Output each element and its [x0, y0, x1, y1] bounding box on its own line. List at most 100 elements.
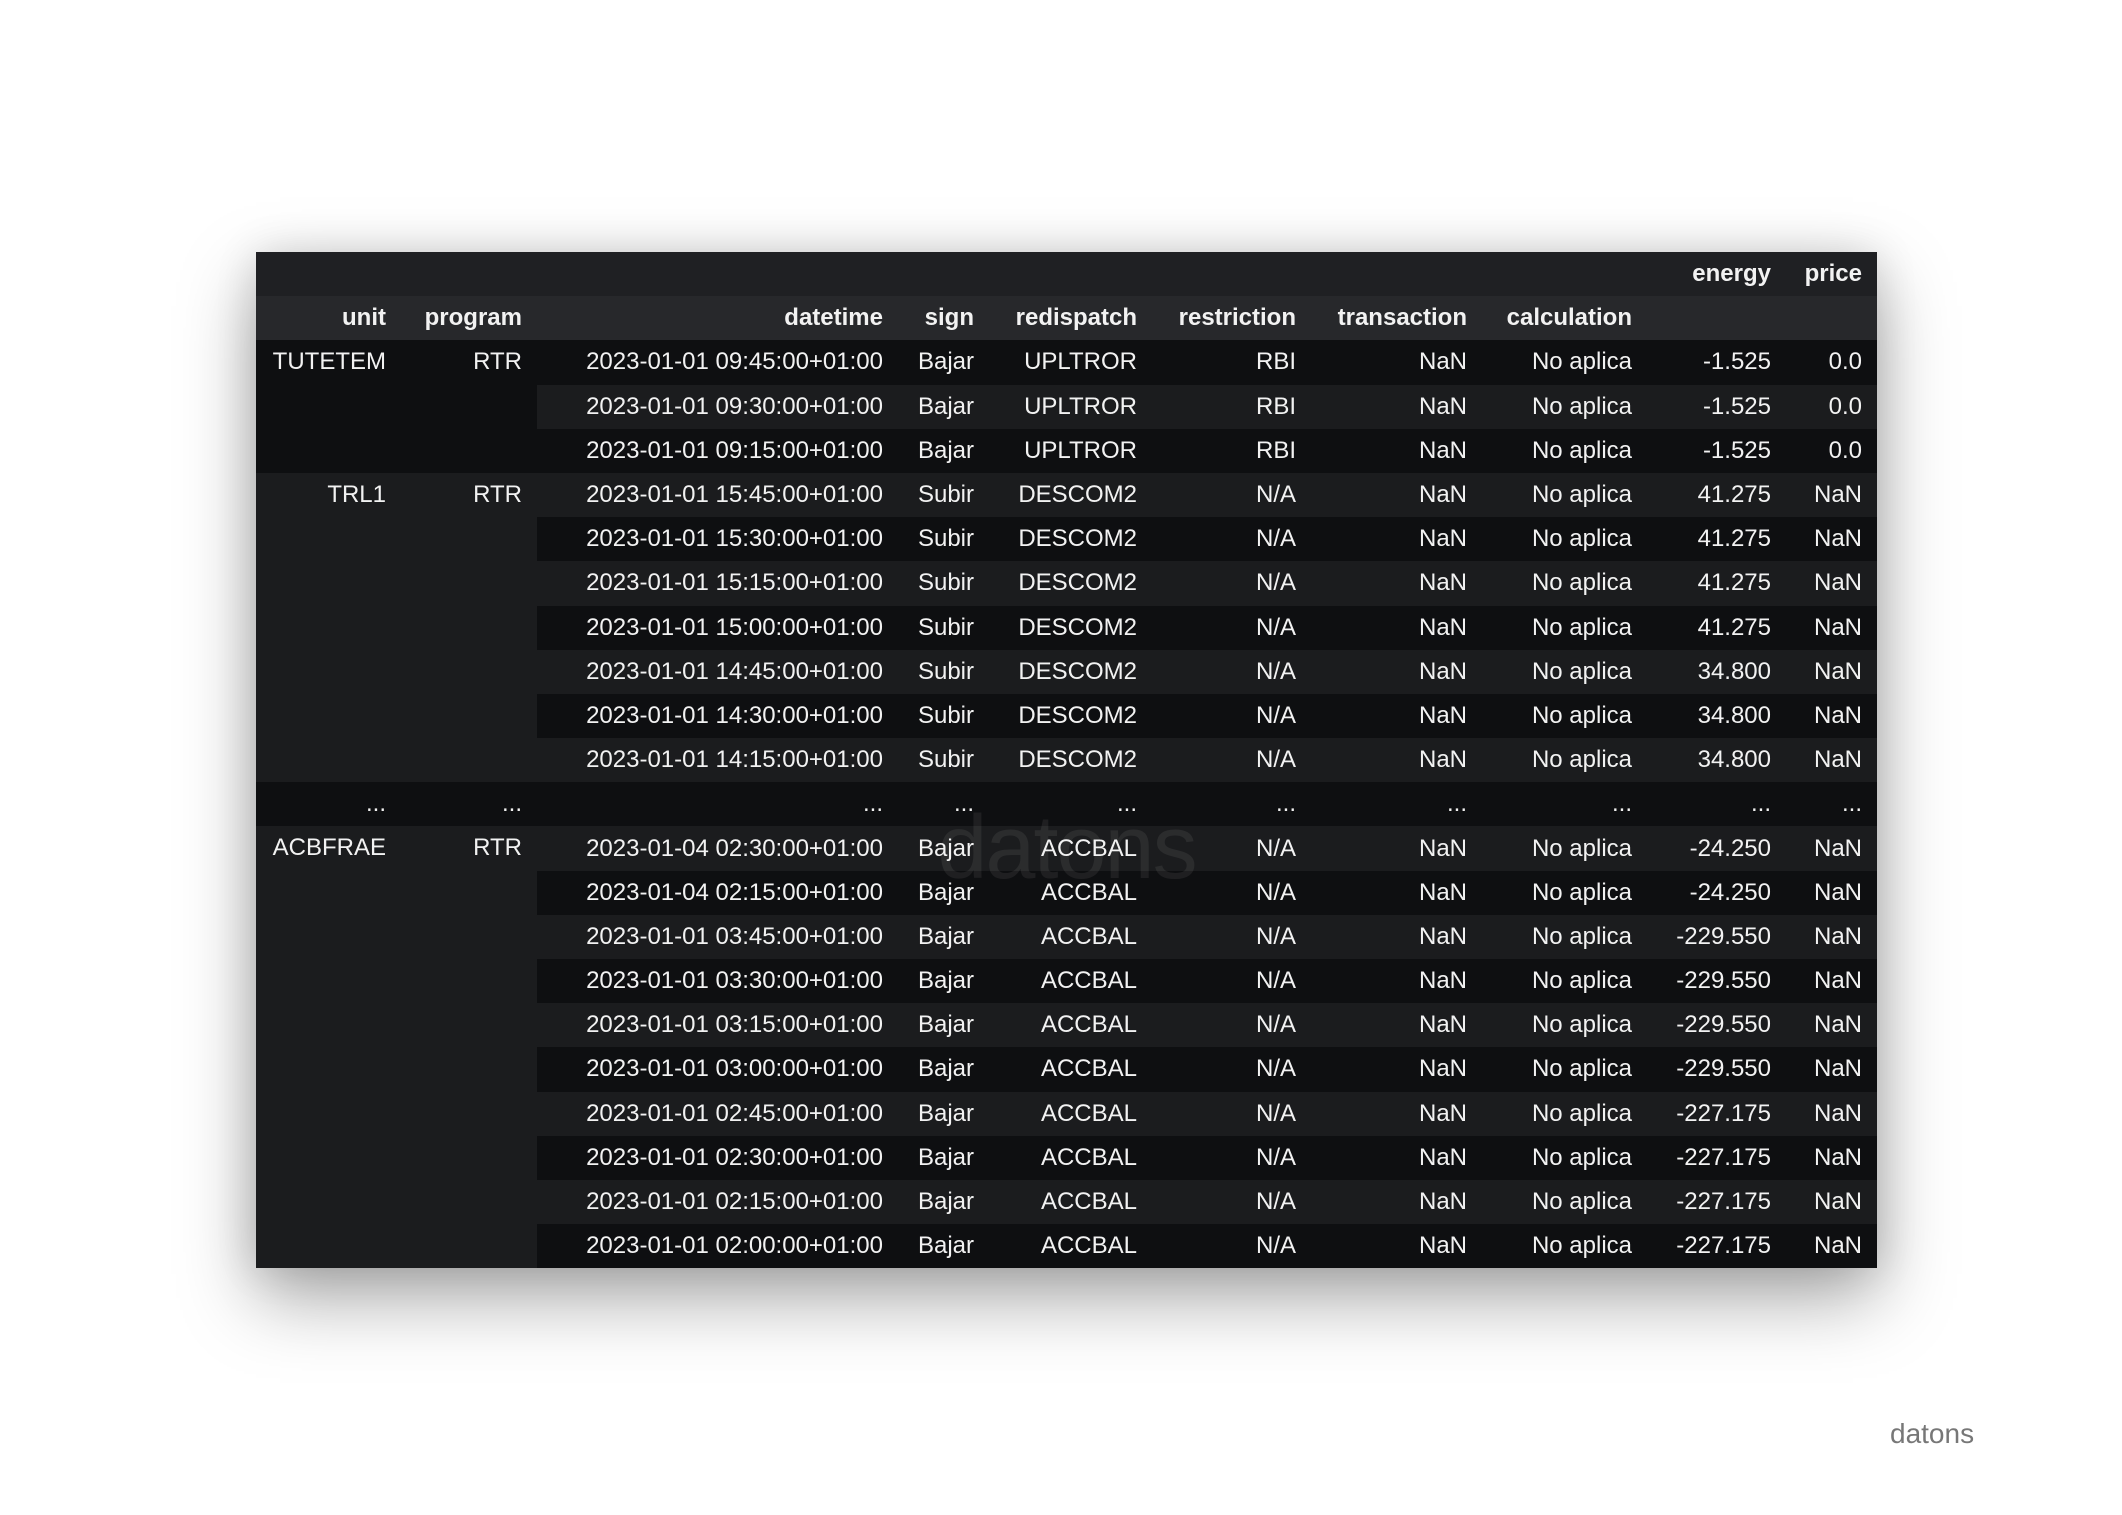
table-row: TUTETEM RTR 2023-01-01 09:45:00+01:00 Bajar…: [256, 340, 1877, 473]
cell-calculation: No aplica: [1482, 472, 1647, 518]
cell-transaction: NaN: [1311, 605, 1482, 650]
cell-sign: Subir: [898, 649, 989, 694]
cell-sign: Subir: [898, 693, 989, 739]
cell-restriction: N/A: [1152, 472, 1311, 518]
cell-transaction: NaN: [1311, 1135, 1482, 1180]
cell-datetime: 2023-01-01 09:15:00+01:00: [537, 428, 898, 473]
cell-transaction: ...: [1311, 782, 1482, 827]
cell-price: 0.0: [1786, 384, 1877, 429]
cell-redispatch: ACCBAL: [989, 1179, 1152, 1225]
cell-restriction: N/A: [1152, 605, 1311, 650]
cell-redispatch: UPLTROR: [989, 340, 1152, 385]
header-datetime: datetime: [537, 296, 898, 341]
cell-datetime: 2023-01-01 02:00:00+01:00: [537, 1224, 898, 1269]
cell-datetime: 2023-01-01 15:00:00+01:00: [537, 605, 898, 650]
cell-sign: Bajar: [898, 1135, 989, 1180]
cell-datetime: 2023-01-01 02:45:00+01:00: [537, 1091, 898, 1136]
cell-redispatch: ACCBAL: [989, 1003, 1152, 1048]
cell-transaction: NaN: [1311, 1047, 1482, 1092]
cell-restriction: N/A: [1152, 1179, 1311, 1225]
header-restriction-top: [1152, 252, 1311, 297]
header-restriction: restriction: [1152, 296, 1311, 341]
cell-transaction: NaN: [1311, 517, 1482, 562]
cell-datetime: 2023-01-01 02:15:00+01:00: [537, 1179, 898, 1225]
cell-calculation: No aplica: [1482, 959, 1647, 1004]
cell-datetime: 2023-01-04 02:15:00+01:00: [537, 870, 898, 915]
cell-redispatch: ACCBAL: [989, 914, 1152, 959]
header-program: program: [401, 296, 537, 341]
cell-price: NaN: [1786, 738, 1877, 783]
cell-restriction: N/A: [1152, 1047, 1311, 1092]
cell-price: NaN: [1786, 605, 1877, 650]
cell-energy: -1.525: [1647, 340, 1786, 385]
cell-sign: Subir: [898, 605, 989, 650]
cell-restriction: RBI: [1152, 340, 1311, 385]
header-redispatch: redispatch: [989, 296, 1152, 341]
cell-energy: ...: [1647, 782, 1786, 827]
header-calculation-top: [1482, 252, 1647, 297]
cell-redispatch: DESCOM2: [989, 561, 1152, 606]
cell-price: 0.0: [1786, 428, 1877, 473]
cell-restriction: ...: [1152, 782, 1311, 827]
cell-redispatch: ACCBAL: [989, 1047, 1152, 1092]
cell-restriction: N/A: [1152, 1091, 1311, 1136]
index-program: RTR: [401, 340, 537, 473]
cell-transaction: NaN: [1311, 826, 1482, 871]
cell-price: NaN: [1786, 914, 1877, 959]
cell-restriction: N/A: [1152, 1224, 1311, 1269]
cell-calculation: No aplica: [1482, 649, 1647, 694]
cell-calculation: No aplica: [1482, 605, 1647, 650]
header-row-index: unit program datetime sign redispatch restric…: [256, 296, 1877, 341]
index-unit: ACBFRAE: [256, 826, 401, 1269]
cell-price: NaN: [1786, 1224, 1877, 1269]
cell-price: NaN: [1786, 693, 1877, 739]
cell-datetime: 2023-01-01 03:00:00+01:00: [537, 1047, 898, 1092]
cell-datetime: 2023-01-01 14:45:00+01:00: [537, 649, 898, 694]
cell-redispatch: ACCBAL: [989, 826, 1152, 871]
cell-redispatch: ACCBAL: [989, 1224, 1152, 1269]
cell-restriction: N/A: [1152, 738, 1311, 783]
cell-transaction: NaN: [1311, 384, 1482, 429]
cell-sign: Bajar: [898, 914, 989, 959]
index-unit: ...: [256, 782, 401, 827]
cell-calculation: No aplica: [1482, 517, 1647, 562]
table-row: TRL1 RTR 2023-01-01 15:45:00+01:00 Subir DES…: [256, 472, 1877, 783]
cell-calculation: No aplica: [1482, 1091, 1647, 1136]
cell-calculation: No aplica: [1482, 1135, 1647, 1180]
cell-restriction: N/A: [1152, 693, 1311, 739]
header-unit: unit: [256, 296, 401, 341]
cell-redispatch: ...: [989, 782, 1152, 827]
cell-sign: Bajar: [898, 1179, 989, 1225]
cell-price: NaN: [1786, 1179, 1877, 1225]
cell-price: ...: [1786, 782, 1877, 827]
cell-redispatch: DESCOM2: [989, 605, 1152, 650]
cell-energy: -227.175: [1647, 1179, 1786, 1225]
table-body: TUTETEM RTR 2023-01-01 09:45:00+01:00 Bajar…: [256, 340, 1877, 1269]
cell-transaction: NaN: [1311, 914, 1482, 959]
cell-sign: Subir: [898, 517, 989, 562]
cell-transaction: NaN: [1311, 870, 1482, 915]
cell-transaction: NaN: [1311, 1179, 1482, 1225]
header-unit-top: [256, 252, 401, 297]
cell-sign: Bajar: [898, 384, 989, 429]
cell-energy: -227.175: [1647, 1135, 1786, 1180]
cell-calculation: No aplica: [1482, 384, 1647, 429]
cell-transaction: NaN: [1311, 959, 1482, 1004]
dataframe-table-container: energy price unit program datetime sign redis…: [256, 252, 1877, 1269]
header-transaction-top: [1311, 252, 1482, 297]
index-program: RTR: [401, 472, 537, 783]
cell-redispatch: DESCOM2: [989, 738, 1152, 783]
cell-transaction: NaN: [1311, 428, 1482, 473]
index-program: ...: [401, 782, 537, 827]
header-energy-top: energy: [1647, 252, 1786, 297]
cell-restriction: N/A: [1152, 517, 1311, 562]
cell-redispatch: ACCBAL: [989, 870, 1152, 915]
cell-redispatch: DESCOM2: [989, 472, 1152, 518]
cell-calculation: ...: [1482, 782, 1647, 827]
cell-restriction: N/A: [1152, 870, 1311, 915]
cell-calculation: No aplica: [1482, 561, 1647, 606]
cell-energy: -229.550: [1647, 1003, 1786, 1048]
header-row-values: energy price: [256, 252, 1877, 297]
cell-transaction: NaN: [1311, 561, 1482, 606]
cell-datetime: 2023-01-01 15:15:00+01:00: [537, 561, 898, 606]
